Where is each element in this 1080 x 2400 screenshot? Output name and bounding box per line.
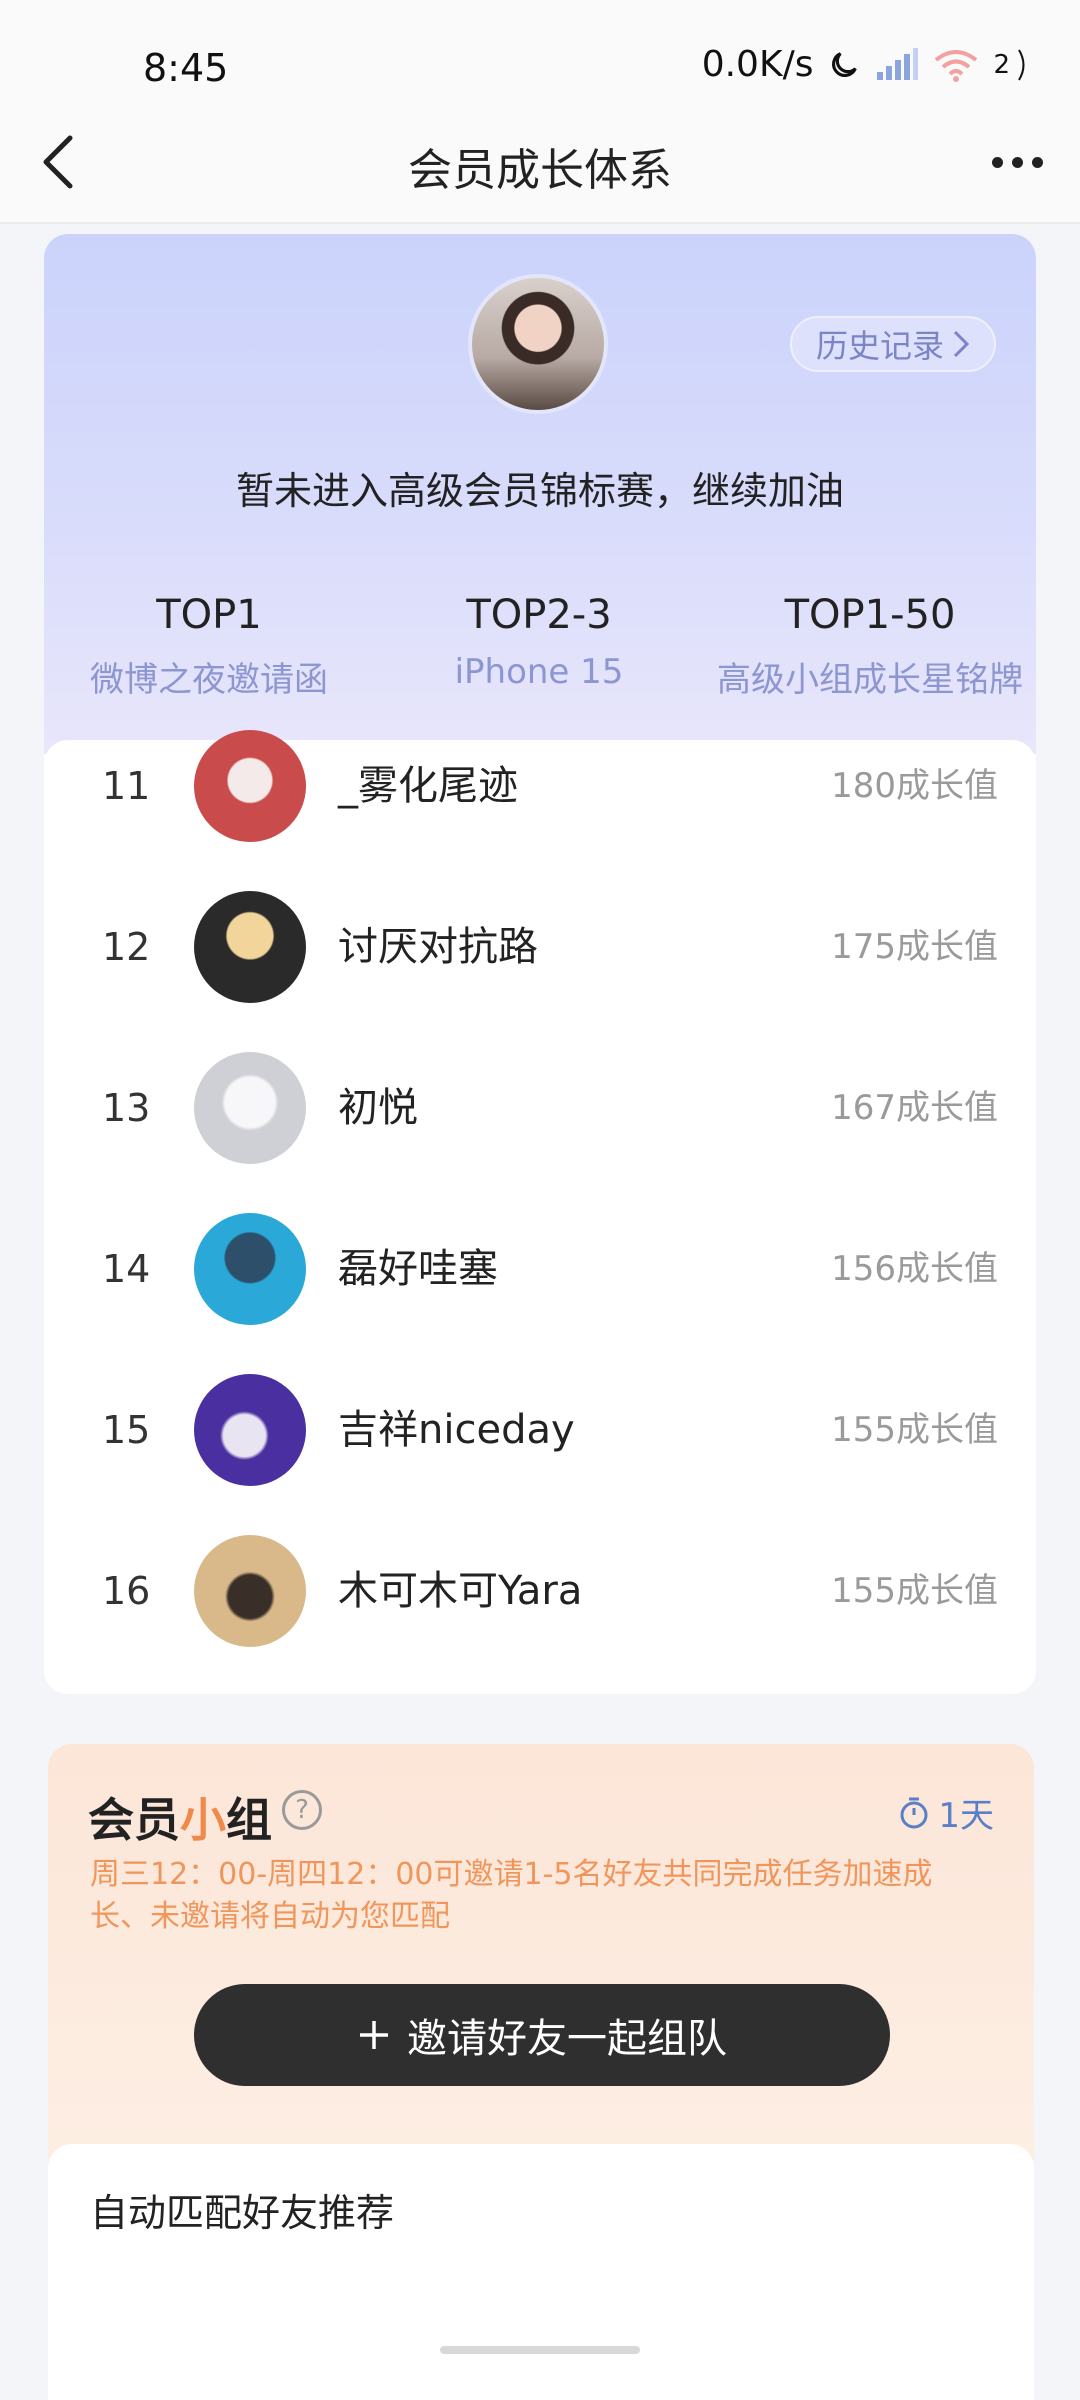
rank-number: 12 xyxy=(102,925,151,969)
rank-name: 吉祥niceday xyxy=(338,1407,575,1453)
plus-icon xyxy=(360,2021,388,2049)
rank-avatar[interactable] xyxy=(194,1213,306,1325)
prize-desc: 高级小组成长星铭牌 xyxy=(717,660,1023,700)
user-avatar[interactable] xyxy=(468,274,608,414)
recommend-title: 自动匹配好友推荐 xyxy=(90,2191,395,2235)
rank-score: 155成长值 xyxy=(831,1571,998,1611)
rank-name: 讨厌对抗路 xyxy=(338,924,538,970)
ranking-header: 历史记录 暂未进入高级会员锦标赛，继续加油 TOP1 微博之夜邀请函 TOP2-… xyxy=(44,234,1036,754)
prize-top1-50: TOP1-50 高级小组成长星铭牌 xyxy=(704,592,1036,701)
ranking-card: 历史记录 暂未进入高级会员锦标赛，继续加油 TOP1 微博之夜邀请函 TOP2-… xyxy=(44,234,1036,1694)
home-indicator[interactable] xyxy=(440,2346,640,2354)
rank-number: 16 xyxy=(102,1569,151,1613)
rank-name: 磊好哇塞 xyxy=(338,1246,498,1292)
rank-avatar[interactable] xyxy=(194,1052,306,1164)
rank-score: 175成长值 xyxy=(831,927,998,967)
rank-number: 14 xyxy=(102,1247,151,1291)
status-time: 8:45 xyxy=(143,46,229,90)
moon-icon xyxy=(827,48,861,82)
network-speed: 0.0K/s xyxy=(701,44,814,85)
ranking-row[interactable]: 14 磊好哇塞 156成长值 xyxy=(44,1189,1036,1350)
recommend-section: 自动匹配好友推荐 xyxy=(48,2144,1034,2400)
ranking-subtitle: 暂未进入高级会员锦标赛，继续加油 xyxy=(235,469,844,513)
team-description: 周三12：00-周四12：00可邀请1-5名好友共同完成任务加速成长、未邀请将自… xyxy=(90,1857,933,1934)
ranking-row[interactable]: 12 讨厌对抗路 175成长值 xyxy=(44,867,1036,1028)
nav-bar: 会员成长体系 xyxy=(0,100,1080,224)
wifi-icon xyxy=(933,48,979,82)
help-icon[interactable]: ? xyxy=(282,1790,322,1830)
timer-text: 1天 xyxy=(938,1796,994,1836)
prize-title: TOP1 xyxy=(156,592,262,638)
rank-avatar[interactable] xyxy=(194,1535,306,1647)
prize-desc: iPhone 15 xyxy=(454,652,624,692)
rank-name: 木可木可Yara xyxy=(338,1568,583,1614)
rank-name: _雾化尾迹 xyxy=(338,763,518,809)
rank-number: 15 xyxy=(102,1408,151,1452)
rank-score: 155成长值 xyxy=(831,1410,998,1450)
history-button[interactable]: 历史记录 xyxy=(789,316,996,372)
rank-avatar[interactable] xyxy=(194,730,306,842)
ranking-row[interactable]: 13 初悦 167成长值 xyxy=(44,1028,1036,1189)
ranking-row[interactable]: 16 木可木可Yara 155成长值 xyxy=(44,1511,1036,1672)
team-title: 会员小组 xyxy=(88,1793,272,1847)
rank-score: 167成长值 xyxy=(831,1088,998,1128)
status-icons: 0.0K/s 2 xyxy=(702,44,1030,85)
more-button[interactable] xyxy=(982,134,1052,190)
ranking-row[interactable]: 11 _雾化尾迹 180成长值 xyxy=(44,706,1036,867)
member-team-card: 会员小组 ? 1天 周三12：00-周四12：00可邀请1-5名好友共同完成任务… xyxy=(48,1744,1034,2400)
rank-number: 13 xyxy=(102,1086,151,1130)
prize-title: TOP1-50 xyxy=(784,592,956,638)
invite-label: 邀请好友一起组队 xyxy=(407,2016,727,2062)
chevron-right-icon xyxy=(953,330,970,358)
page-title: 会员成长体系 xyxy=(408,145,672,196)
countdown-timer: 1天 xyxy=(898,1788,994,1837)
rank-number: 11 xyxy=(102,764,151,808)
page: 8:45 0.0K/s 2 会员成长体系 历史记录 暂未进入高级会员锦标赛，继续… xyxy=(0,0,1080,2400)
rank-avatar[interactable] xyxy=(194,1374,306,1486)
rank-score: 180成长值 xyxy=(831,766,998,806)
timer-icon xyxy=(900,1797,928,1828)
history-label: 历史记录 xyxy=(815,327,944,365)
rank-avatar[interactable] xyxy=(194,891,306,1003)
rank-score: 156成长值 xyxy=(831,1249,998,1289)
prize-desc: 微博之夜邀请函 xyxy=(90,660,328,700)
battery-icon: 2 xyxy=(993,48,1030,82)
prize-top2-3: TOP2-3 iPhone 15 xyxy=(374,592,704,692)
rank-name: 初悦 xyxy=(338,1085,418,1131)
prize-title: TOP2-3 xyxy=(466,592,612,638)
signal-icon xyxy=(875,47,919,82)
prize-top1: TOP1 微博之夜邀请函 xyxy=(44,592,374,701)
more-dots-icon xyxy=(991,156,1003,168)
ranking-row[interactable]: 15 吉祥niceday 155成长值 xyxy=(44,1350,1036,1511)
invite-friends-button[interactable]: 邀请好友一起组队 xyxy=(194,1984,890,2086)
ranking-list: 11 _雾化尾迹 180成长值 12 讨厌对抗路 175成长值 13 初悦 16… xyxy=(44,730,1036,1694)
